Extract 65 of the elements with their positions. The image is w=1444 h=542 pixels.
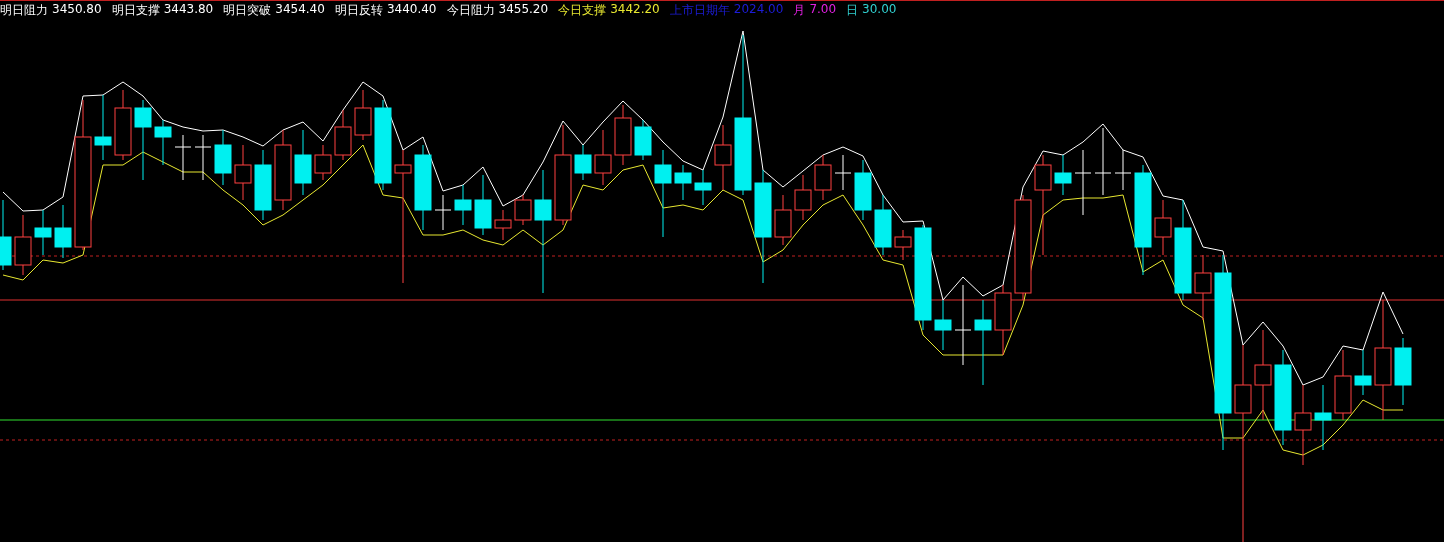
candlestick [194,134,212,181]
candlestick [1114,149,1132,191]
indicator-label: 明日反转 [334,2,383,19]
candlestick [614,104,632,166]
candlestick [1394,337,1412,406]
candlestick [594,129,612,186]
indicator-label: 明日突破 [223,2,272,19]
candlestick [874,194,892,256]
candlestick [34,209,52,256]
candlestick [1094,127,1112,196]
candlestick [814,154,832,201]
indicator-value: 3450.80 [52,2,102,18]
candlestick [1194,254,1212,321]
candlestick [334,109,352,161]
indicator-label: 日 [846,2,859,19]
candlestick [354,89,372,141]
candlestick [0,199,12,271]
indicator-label: 明日阻力 [0,2,48,19]
candlestick [1154,199,1172,256]
indicator-value: 3455.20 [498,2,549,18]
candlestick [634,119,652,161]
candlestick [854,159,872,221]
indicator-label: 今日阻力 [446,2,495,19]
candlestick [714,124,732,191]
indicator-value: 2024.00 [733,2,784,18]
candlestick [454,184,472,226]
indicator-label: 今日支撑 [558,2,607,19]
indicator-label: 明日支撑 [111,2,160,19]
candlestick [174,134,192,181]
candlestick [474,174,492,236]
candlestick [774,194,792,246]
candlestick [294,129,312,196]
candlestick [254,149,272,221]
candlestick [894,229,912,261]
candlestick [314,144,332,181]
candlestick [94,94,112,161]
indicator-value: 7.00 [809,2,837,18]
candlestick [694,169,712,206]
indicator-value: 3440.40 [386,2,437,18]
candlestick [234,144,252,201]
candlestick [54,204,72,259]
candlestick [994,284,1012,356]
candlestick [214,129,232,186]
candlestick [154,119,172,166]
candlestick [1074,149,1092,216]
candlestick [1334,349,1352,421]
indicator-value: 3454.40 [275,2,325,18]
indicator-value: 3442.20 [610,2,660,18]
indicator-label: 月 [793,2,806,19]
candlestick [794,174,812,221]
candlestick [514,194,532,226]
candlestick [934,299,952,351]
candlestick [434,194,452,231]
candlestick [1314,384,1332,451]
indicator-value: 3443.80 [163,2,214,18]
candlestick [574,144,592,181]
candlestick [1354,349,1372,396]
candlestick [834,154,852,191]
candlestick [494,209,512,241]
candlestick [114,89,132,161]
candlestick [1054,154,1072,196]
candlestick [14,214,32,276]
indicator-value: 30.00 [862,2,897,18]
indicator-label: 上市日期年 [669,2,730,19]
candlestick [674,164,692,201]
